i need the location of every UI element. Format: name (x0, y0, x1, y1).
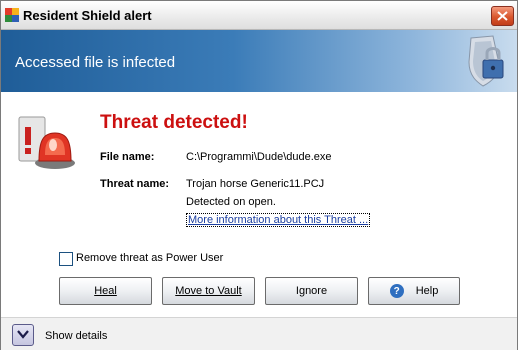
ignore-button[interactable]: Ignore (265, 277, 358, 305)
more-info-link[interactable]: More information about this Threat ... (186, 213, 371, 227)
help-button-label: Help (415, 285, 439, 297)
title-bar[interactable]: Resident Shield alert (1, 1, 517, 30)
alarm-siren-icon (18, 116, 75, 169)
avg-logo-icon (5, 8, 19, 22)
detected-text: Detected on open. (186, 196, 276, 208)
footer-bar: Show details (1, 317, 517, 350)
threat-name-value: Trojan horse Generic11.PCJ (186, 178, 325, 190)
chevron-down-icon (17, 330, 29, 339)
file-name-value: C:\Programmi\Dude\dude.exe (186, 151, 332, 163)
window-title: Resident Shield alert (23, 8, 152, 23)
ignore-button-label: Ignore (295, 285, 328, 297)
shield-lock-icon (468, 35, 504, 87)
show-details-label[interactable]: Show details (45, 330, 107, 342)
header-subtitle: Accessed file is infected (15, 54, 176, 71)
move-to-vault-button[interactable]: Move to Vault (162, 277, 255, 305)
heal-button-label: Heal (94, 285, 117, 297)
alert-window: Resident Shield alert Accessed file is i… (0, 0, 518, 350)
move-to-vault-button-label: Move to Vault (175, 285, 242, 297)
help-button[interactable]: ? Help (368, 277, 460, 305)
threat-name-label: Threat name: (100, 178, 170, 190)
threat-title: Threat detected! (100, 112, 248, 133)
header-band: Accessed file is infected (1, 30, 517, 92)
remove-as-power-user-checkbox[interactable] (59, 252, 73, 266)
close-button[interactable] (491, 6, 514, 26)
close-icon (497, 11, 508, 21)
help-icon: ? (389, 284, 404, 298)
remove-as-power-user-label[interactable]: Remove threat as Power User (76, 252, 223, 264)
show-details-toggle[interactable] (12, 324, 34, 346)
heal-button[interactable]: Heal (59, 277, 152, 305)
file-name-label: File name: (100, 151, 155, 163)
